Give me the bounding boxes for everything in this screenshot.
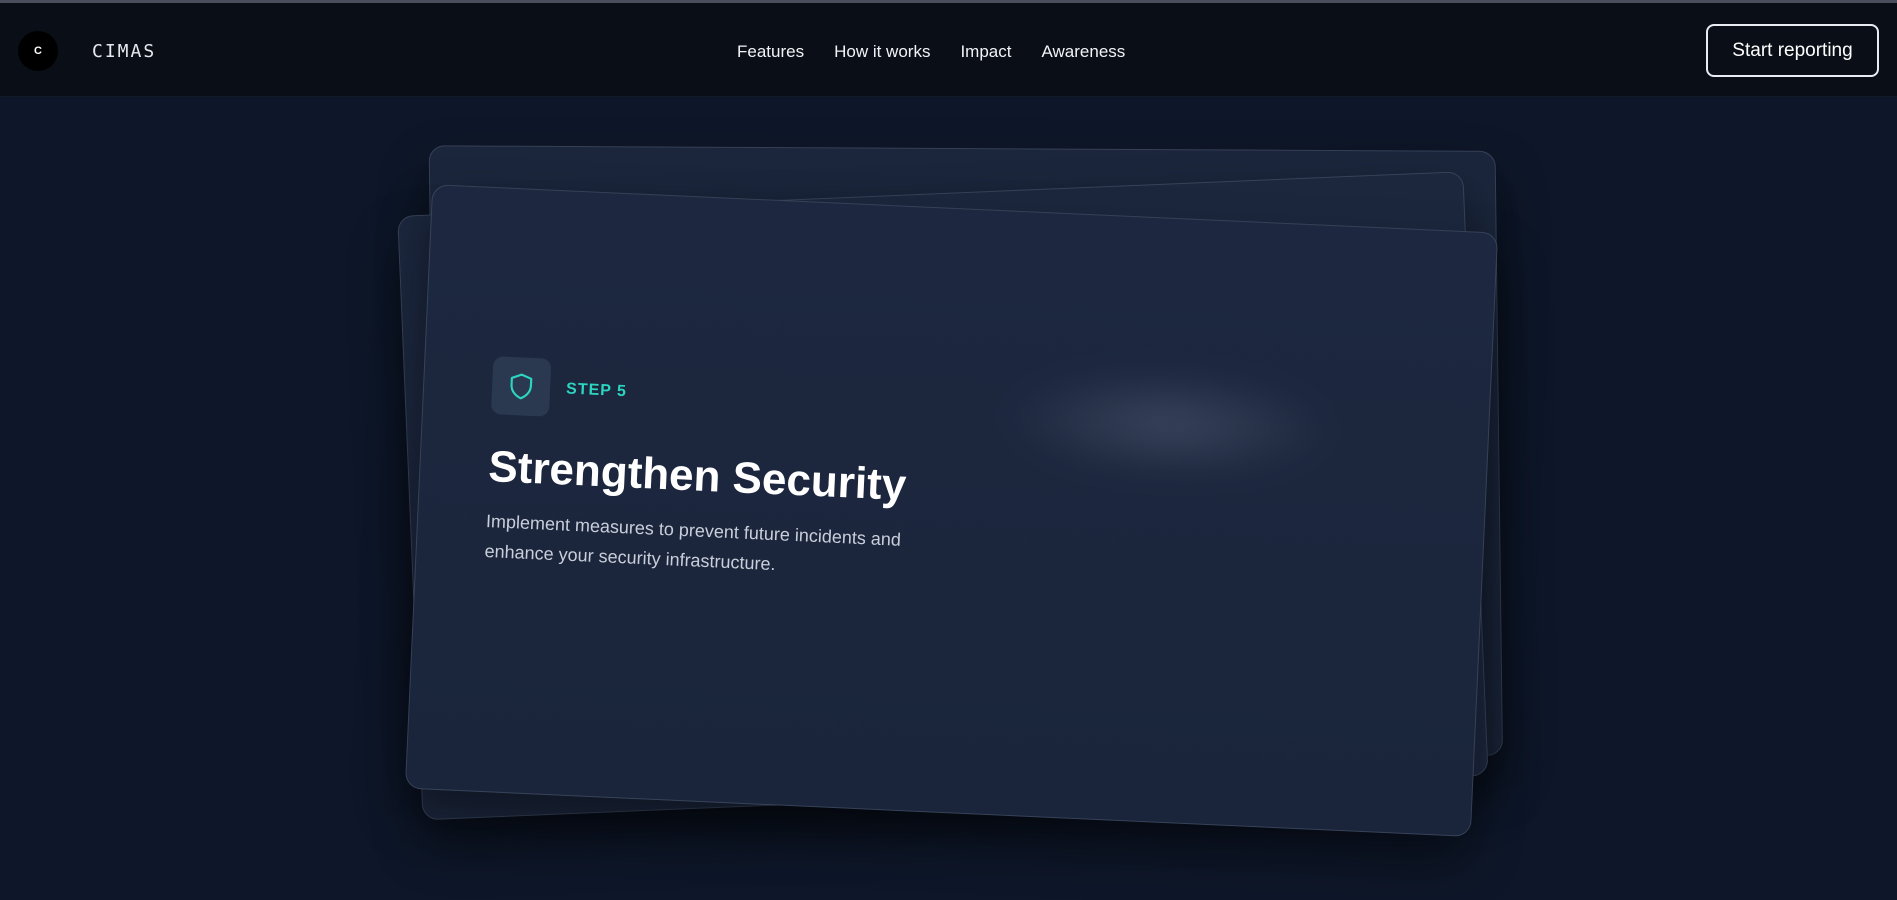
navbar: C CIMAS Features How it works Impact Awa… xyxy=(0,3,1897,97)
nav-link-how-it-works[interactable]: How it works xyxy=(834,42,930,62)
step-card: STEP 5 Strengthen Security Implement mea… xyxy=(404,184,1499,837)
card-title: Strengthen Security xyxy=(487,442,908,510)
nav-link-awareness[interactable]: Awareness xyxy=(1041,42,1125,62)
logo-mark: C xyxy=(34,45,42,57)
brand-name[interactable]: CIMAS xyxy=(92,41,156,62)
shield-icon-box xyxy=(490,356,552,417)
nav-link-impact[interactable]: Impact xyxy=(960,42,1011,62)
start-reporting-button[interactable]: Start reporting xyxy=(1706,24,1879,77)
card-glow xyxy=(1000,361,1336,487)
nav-link-features[interactable]: Features xyxy=(737,42,804,62)
card-description: Implement measures to prevent future inc… xyxy=(484,510,902,575)
logo[interactable]: C xyxy=(18,31,58,71)
shield-icon xyxy=(510,373,533,400)
step-label: STEP 5 xyxy=(565,380,628,401)
nav-links: Features How it works Impact Awareness xyxy=(737,42,1125,62)
